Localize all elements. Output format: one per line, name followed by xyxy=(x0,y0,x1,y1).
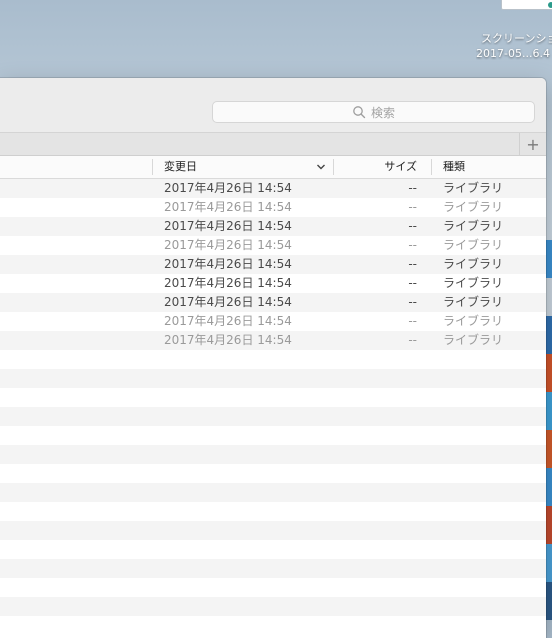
empty-row xyxy=(0,578,546,597)
desktop-background-segment xyxy=(546,316,552,354)
column-divider[interactable] xyxy=(333,159,334,175)
desktop-background-segment xyxy=(546,392,552,430)
desktop-file-label-line1[interactable]: スクリーンショ xyxy=(481,32,552,45)
add-tab-button[interactable]: + xyxy=(519,133,546,155)
file-date-modified: 2017年4月26日 14:54 xyxy=(164,276,292,290)
file-row[interactable]: 2017年4月26日 14:54 -- ライブラリ xyxy=(0,255,546,274)
file-size: -- xyxy=(408,219,417,233)
empty-row xyxy=(0,445,546,464)
column-size[interactable]: サイズ xyxy=(372,156,417,178)
tab-bar: + xyxy=(0,133,546,156)
desktop-file-thumbnail[interactable] xyxy=(501,0,552,10)
empty-row xyxy=(0,369,546,388)
chevron-down-icon[interactable] xyxy=(316,163,326,171)
file-kind: ライブラリ xyxy=(443,314,504,328)
file-size: -- xyxy=(408,314,417,328)
file-row[interactable]: 2017年4月26日 14:54 -- ライブラリ xyxy=(0,217,546,236)
column-divider[interactable] xyxy=(152,159,153,175)
file-date-modified: 2017年4月26日 14:54 xyxy=(164,219,292,233)
file-list: 2017年4月26日 14:54 -- ライブラリ 2017年4月26日 14:54 -… xyxy=(0,179,546,616)
file-date-modified: 2017年4月26日 14:54 xyxy=(164,238,292,252)
empty-row xyxy=(0,388,546,407)
file-date-modified: 2017年4月26日 14:54 xyxy=(164,181,292,195)
desktop-background-segment xyxy=(546,354,552,392)
empty-row xyxy=(0,350,546,369)
search-placeholder: 検索 xyxy=(370,105,395,120)
empty-row xyxy=(0,426,546,445)
file-kind: ライブラリ xyxy=(443,219,504,233)
file-date-modified: 2017年4月26日 14:54 xyxy=(164,295,292,309)
search-icon xyxy=(353,106,366,119)
file-row[interactable]: 2017年4月26日 14:54 -- ライブラリ xyxy=(0,331,546,350)
empty-row xyxy=(0,540,546,559)
file-kind: ライブラリ xyxy=(443,181,504,195)
file-date-modified: 2017年4月26日 14:54 xyxy=(164,314,292,328)
column-divider[interactable] xyxy=(431,159,432,175)
desktop-background-segment xyxy=(546,582,552,620)
desktop-background-segment xyxy=(546,240,552,278)
thumbnail-dot xyxy=(548,2,552,8)
file-size: -- xyxy=(408,276,417,290)
empty-row xyxy=(0,597,546,616)
desktop-background-segment xyxy=(546,506,552,544)
desktop-background-segment xyxy=(546,278,552,316)
file-row[interactable]: 2017年4月26日 14:54 -- ライブラリ xyxy=(0,274,546,293)
file-date-modified: 2017年4月26日 14:54 xyxy=(164,333,292,347)
file-date-modified: 2017年4月26日 14:54 xyxy=(164,200,292,214)
empty-row xyxy=(0,464,546,483)
desktop-file-label-line2[interactable]: 2017-05...6.4 xyxy=(476,47,552,60)
file-size: -- xyxy=(408,257,417,271)
file-kind: ライブラリ xyxy=(443,333,504,347)
file-kind: ライブラリ xyxy=(443,295,504,309)
column-header: 変更日 サイズ 種類 xyxy=(0,156,546,179)
empty-row xyxy=(0,407,546,426)
empty-row xyxy=(0,502,546,521)
window-toolbar: 検索 xyxy=(0,78,546,133)
column-date-modified[interactable]: 変更日 xyxy=(164,156,197,178)
file-row[interactable]: 2017年4月26日 14:54 -- ライブラリ xyxy=(0,198,546,217)
empty-row xyxy=(0,521,546,540)
file-kind: ライブラリ xyxy=(443,257,504,271)
search-field[interactable]: 検索 xyxy=(212,101,535,123)
plus-icon: + xyxy=(526,134,540,154)
file-date-modified: 2017年4月26日 14:54 xyxy=(164,257,292,271)
empty-row xyxy=(0,483,546,502)
file-kind: ライブラリ xyxy=(443,276,504,290)
file-size: -- xyxy=(408,200,417,214)
desktop-background-segment xyxy=(546,430,552,468)
file-row[interactable]: 2017年4月26日 14:54 -- ライブラリ xyxy=(0,293,546,312)
file-size: -- xyxy=(408,181,417,195)
file-size: -- xyxy=(408,238,417,252)
file-kind: ライブラリ xyxy=(443,200,504,214)
finder-window: 検索 + 変更日 サイズ 種類 2017年4月26日 14:54 -- ライブラリ 2… xyxy=(0,78,546,638)
file-size: -- xyxy=(408,333,417,347)
file-row[interactable]: 2017年4月26日 14:54 -- ライブラリ xyxy=(0,236,546,255)
file-size: -- xyxy=(408,295,417,309)
file-row[interactable]: 2017年4月26日 14:54 -- ライブラリ xyxy=(0,312,546,331)
desktop-background-segment xyxy=(546,468,552,506)
column-kind[interactable]: 種類 xyxy=(443,156,465,178)
desktop-background-segment xyxy=(546,544,552,582)
file-row[interactable]: 2017年4月26日 14:54 -- ライブラリ xyxy=(0,179,546,198)
file-kind: ライブラリ xyxy=(443,238,504,252)
empty-row xyxy=(0,559,546,578)
